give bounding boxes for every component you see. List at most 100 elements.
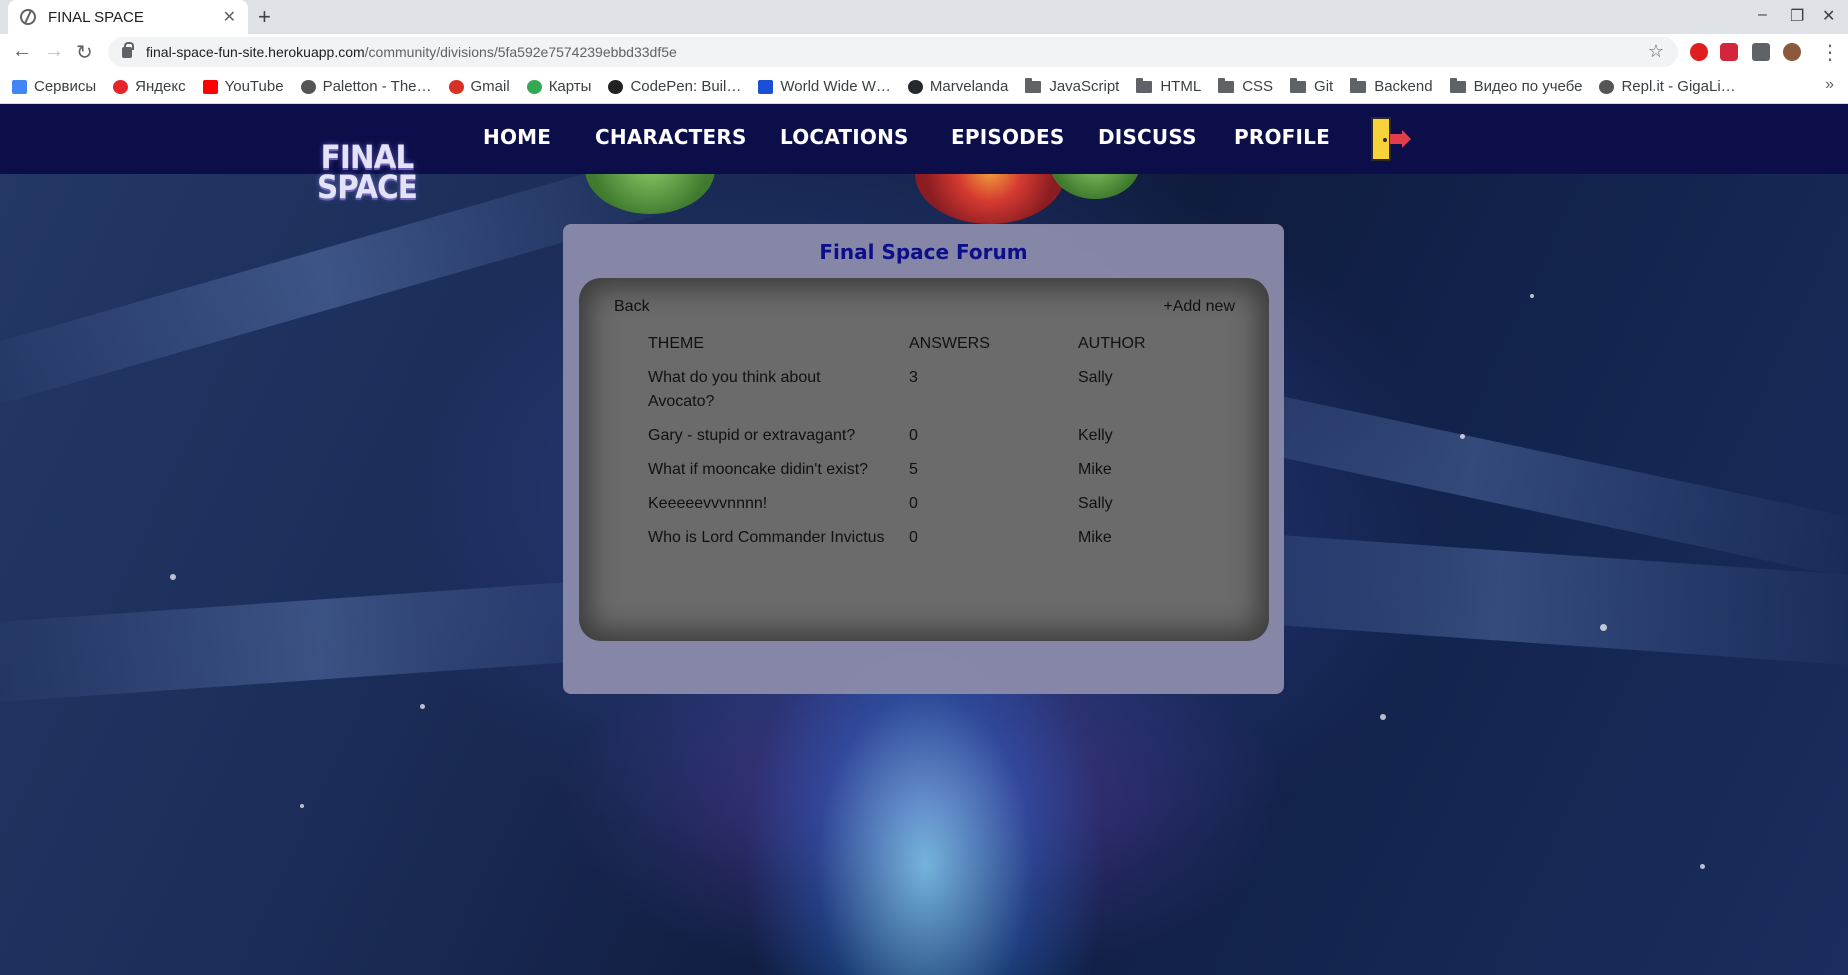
bookmark-item[interactable]: Repl.it - GigaLi… [1599,78,1736,95]
close-window-icon[interactable]: ✕ [1822,6,1835,26]
bookmark-item[interactable]: Яндекс [113,78,186,95]
bookmark-label: CSS [1242,78,1274,95]
bookmark-item[interactable]: Сервисы [12,78,96,95]
star-particle [170,574,176,580]
topic-author: Mike [1078,461,1112,478]
nav-discuss[interactable]: DISCUSS [1098,125,1197,149]
youtube-icon [202,79,218,94]
opera-extension-icon[interactable] [1690,43,1708,61]
bookmark-star-icon[interactable]: ☆ [1648,41,1664,62]
folder-icon [1136,77,1153,93]
add-new-link[interactable]: +Add new [1163,298,1235,316]
column-header-answers: ANSWERS [909,335,990,352]
menu-dots-icon[interactable]: ⋮ [1820,40,1840,65]
maps-icon [526,79,542,94]
nav-profile[interactable]: PROFILE [1234,125,1330,149]
star-particle [1380,714,1386,720]
nav-home[interactable]: HOME [483,125,551,149]
bookmark-label: Яндекс [135,78,186,95]
folder-icon [1218,77,1235,93]
table-row[interactable]: Keeeeevvvnnnn! 0 Sally [648,488,1208,522]
topic-answers: 0 [909,427,918,444]
folder-icon [1350,77,1367,93]
folder-icon [1449,77,1466,93]
topic-author: Mike [1078,529,1112,546]
nav-episodes[interactable]: EPISODES [951,125,1064,149]
folder-icon [1290,77,1307,93]
bookmark-label: JavaScript [1049,78,1120,95]
restore-icon[interactable]: ❐ [1790,6,1804,26]
lock-icon [122,41,134,58]
star-particle [1460,434,1465,439]
bookmark-item[interactable]: Git [1290,77,1333,95]
reload-icon[interactable]: ↻ [76,40,93,65]
github-icon [907,79,923,94]
bookmark-label: Сервисы [34,78,97,95]
table-row[interactable]: What if mooncake didin't exist? 5 Mike [648,454,1208,488]
column-header-author: AUTHOR [1078,335,1146,352]
profile-avatar-icon[interactable] [1783,43,1801,61]
bookmark-item[interactable]: JavaScript [1025,77,1120,95]
topic-answers: 5 [909,461,918,478]
topic-answers: 3 [909,369,918,386]
topics-container: Back +Add new THEME ANSWERS AUTHOR What … [579,278,1269,641]
apps-grid-icon [12,79,27,94]
column-header-theme: THEME [648,335,704,352]
browser-tab[interactable]: FINAL SPACE ✕ [8,0,248,34]
video-extension-icon[interactable] [1720,43,1738,61]
topic-author: Kelly [1078,427,1113,444]
bookmark-label: YouTube [224,78,284,95]
table-header: THEME ANSWERS AUTHOR [648,328,1208,362]
bookmark-item[interactable]: Карты [526,78,591,95]
topic-theme[interactable]: Keeeeevvvnnnn! [648,492,909,516]
star-particle [1530,294,1534,298]
bookmark-item[interactable]: CodePen: Buil… [608,78,741,95]
bookmark-item[interactable]: HTML [1136,77,1202,95]
more-bookmarks-icon[interactable]: » [1825,76,1834,94]
topic-theme[interactable]: Gary - stupid or extravagant? [648,424,909,448]
topic-theme[interactable]: Who is Lord Commander Invictus [648,526,909,550]
bookmark-item[interactable]: Backend [1350,77,1433,95]
url-path: /community/divisions/5fa592e7574239ebbd3… [364,44,677,60]
browser-tab-strip: FINAL SPACE ✕ + – ❐ ✕ [0,0,1848,34]
nav-characters[interactable]: CHARACTERS [595,125,747,149]
bookmark-item[interactable]: Marvelanda [907,78,1008,95]
bookmarks-bar: Сервисы Яндекс YouTube Paletton - The… Gmail… [0,70,1848,104]
back-link[interactable]: Back [614,298,650,316]
bookmark-label: Repl.it - GigaLi… [1621,78,1736,95]
bookmark-item[interactable]: YouTube [202,78,284,95]
nav-locations[interactable]: LOCATIONS [780,125,909,149]
forum-panel: Final Space Forum Back +Add new THEME AN… [563,224,1284,694]
site-logo[interactable]: FINAL SPACE [316,141,418,203]
bookmark-label: Paletton - The… [322,78,432,95]
bookmark-item[interactable]: Видео по учебе [1449,77,1582,95]
bookmark-item[interactable]: World Wide W… [758,78,891,95]
topics-table: THEME ANSWERS AUTHOR What do you think a… [648,328,1208,556]
new-tab-icon[interactable]: + [258,4,271,30]
bookmark-item[interactable]: Paletton - The… [300,78,432,95]
topic-theme[interactable]: What if mooncake didin't exist? [648,458,909,482]
table-row[interactable]: Who is Lord Commander Invictus 0 Mike [648,522,1208,556]
table-row[interactable]: What do you think about Avocato? 3 Sally [648,362,1208,420]
forum-title: Final Space Forum [819,240,1028,264]
address-toolbar: ← → ↻ final-space-fun-site.herokuapp.com… [0,34,1848,70]
close-tab-icon[interactable]: ✕ [223,7,236,27]
codepen-icon [608,79,624,94]
bookmark-item[interactable]: Gmail [448,78,510,95]
logout-door-icon[interactable] [1370,116,1412,162]
paletton-icon [300,79,316,94]
bookmark-label: HTML [1160,78,1202,95]
puzzle-extensions-icon[interactable] [1752,43,1770,61]
topic-theme[interactable]: What do you think about Avocato? [648,366,909,414]
forward-arrow-icon[interactable]: → [44,40,64,63]
url-input[interactable]: final-space-fun-site.herokuapp.com/commu… [108,37,1678,67]
star-particle [420,704,425,709]
bookmark-label: Gmail [470,78,510,95]
table-row[interactable]: Gary - stupid or extravagant? 0 Kelly [648,420,1208,454]
topic-author: Sally [1078,369,1113,386]
minimize-icon[interactable]: – [1758,6,1767,24]
w3schools-icon [758,79,774,94]
site-navbar: HOME CHARACTERS LOCATIONS EPISODES DISCU… [0,104,1848,174]
bookmark-item[interactable]: CSS [1218,77,1274,95]
back-arrow-icon[interactable]: ← [12,40,32,63]
